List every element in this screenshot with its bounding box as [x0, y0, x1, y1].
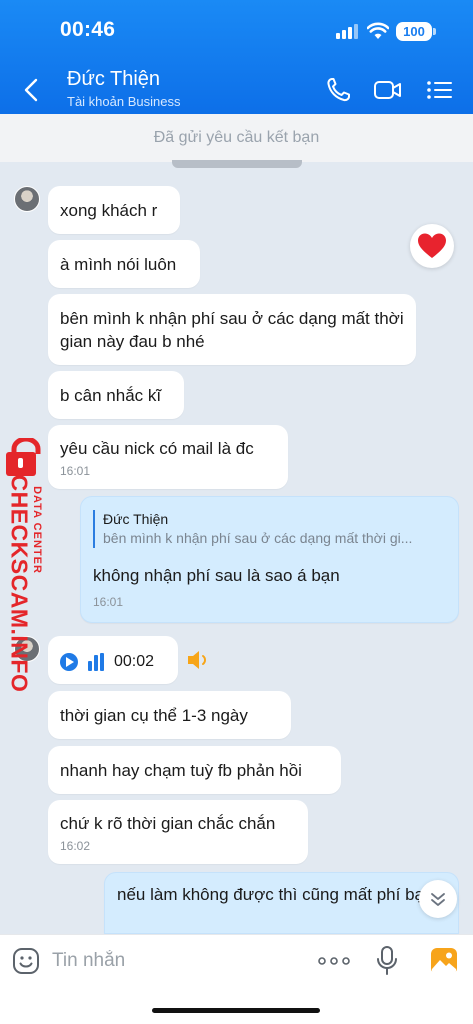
message-time: 16:01: [93, 595, 124, 609]
message-bubble[interactable]: à mình nói luôn: [48, 240, 200, 288]
chat-header: 00:46 100 Đức Thiện Tài khoản Business: [0, 0, 473, 114]
message-input[interactable]: [52, 945, 302, 977]
status-time: 00:46: [60, 18, 116, 41]
message-text: nhanh hay chạm tuỳ fb phản hồi: [60, 761, 302, 780]
quoted-message[interactable]: Đức Thiện bên mình k nhận phí sau ở các …: [93, 510, 446, 548]
battery-tip: [433, 28, 436, 35]
phone-icon[interactable]: [324, 76, 354, 104]
menu-list-icon[interactable]: [425, 76, 455, 104]
watermark-brand: CHECKSCAM.INFO: [6, 474, 33, 693]
waveform-icon: [88, 652, 104, 671]
message-text: bên mình k nhận phí sau ở các dạng mất t…: [60, 309, 404, 351]
heart-icon: [418, 233, 446, 258]
avatar[interactable]: [14, 186, 40, 212]
quoted-sender: Đức Thiện: [103, 511, 169, 527]
message-text: không nhận phí sau là sao á bạn: [93, 566, 340, 585]
message-text: à mình nói luôn: [60, 255, 177, 274]
voice-message-bubble[interactable]: 00:02: [48, 636, 178, 684]
message-bubble[interactable]: nhanh hay chạm tuỳ fb phản hồi: [48, 746, 341, 794]
my-message-bubble[interactable]: nếu làm không được thì cũng mất phí bạn: [104, 872, 459, 934]
message-text: chứ k rõ thời gian chắc chắn: [60, 814, 276, 833]
play-icon[interactable]: [60, 652, 78, 671]
watermark: DATA CENTER CHECKSCAM.INFO: [2, 436, 52, 692]
message-text: xong khách r: [60, 201, 158, 220]
back-icon[interactable]: [20, 76, 44, 104]
contact-subtitle: Tài khoản Business: [67, 94, 181, 109]
watermark-tag: DATA CENTER: [31, 486, 43, 574]
reaction-heart-button[interactable]: [410, 224, 454, 268]
image-icon[interactable]: [430, 947, 458, 975]
status-bar: 00:46 100: [0, 0, 473, 62]
signal-icon: [336, 24, 358, 39]
message-bubble[interactable]: yêu cầu nick có mail là đc 16:01: [48, 425, 288, 489]
scroll-down-button[interactable]: [419, 880, 457, 918]
message-text: yêu cầu nick có mail là đc: [60, 439, 254, 458]
chevron-down-icon: [431, 893, 445, 906]
message-bubble[interactable]: b cân nhắc kĩ: [48, 371, 184, 419]
battery-indicator: 100: [396, 22, 432, 41]
home-indicator: [152, 1008, 320, 1013]
scroll-indicator: [172, 160, 302, 168]
message-text: nếu làm không được thì cũng mất phí bạn: [117, 885, 434, 904]
message-bubble[interactable]: xong khách r: [48, 186, 180, 234]
friend-request-banner: Đã gửi yêu cầu kết bạn: [0, 114, 473, 162]
quoted-text: bên mình k nhận phí sau ở các dạng mất t…: [103, 530, 413, 546]
message-bubble[interactable]: thời gian cụ thể 1-3 ngày: [48, 691, 291, 739]
speaker-icon[interactable]: [186, 648, 212, 672]
message-text: thời gian cụ thể 1-3 ngày: [60, 706, 248, 725]
mic-icon[interactable]: [375, 945, 399, 977]
message-text: b cân nhắc kĩ: [60, 386, 162, 405]
message-bubble[interactable]: chứ k rõ thời gian chắc chắn 16:02: [48, 800, 308, 864]
more-icon[interactable]: [318, 955, 350, 967]
voice-duration: 00:02: [114, 653, 155, 670]
video-call-icon[interactable]: [373, 76, 403, 104]
wifi-icon: [367, 22, 389, 39]
message-time: 16:01: [60, 464, 91, 478]
message-bubble[interactable]: bên mình k nhận phí sau ở các dạng mất t…: [48, 294, 416, 365]
emoji-icon[interactable]: [12, 947, 40, 975]
message-time: 16:02: [60, 839, 91, 853]
contact-name[interactable]: Đức Thiện: [67, 68, 160, 91]
my-reply-bubble[interactable]: Đức Thiện bên mình k nhận phí sau ở các …: [80, 496, 459, 623]
